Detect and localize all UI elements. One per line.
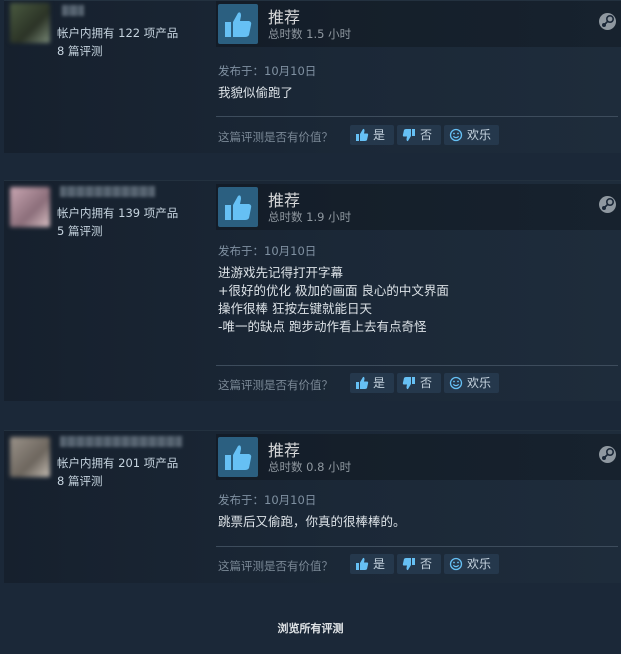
review-verdict: 推荐 <box>268 8 301 27</box>
owned-products: 帐户内拥有 139 项产品 <box>57 206 179 220</box>
smiley-icon <box>449 557 463 571</box>
thumbs-up-icon <box>356 376 369 389</box>
thumbs-up-icon <box>218 187 258 227</box>
review-author[interactable]: 帐户内拥有 122 项产品 8 篇评测 <box>4 1 209 71</box>
yes-label: 是 <box>373 557 386 571</box>
review-card: 帐户内拥有 139 项产品 5 篇评测 推荐 总时数 1.9 小时 发布于：10… <box>4 180 621 401</box>
playtime-hours: 总时数 1.5 小时 <box>268 27 352 41</box>
steam-logo-icon <box>599 196 616 213</box>
vote-yes-button[interactable]: 是 <box>350 373 394 393</box>
avatar[interactable] <box>10 437 50 477</box>
smiley-icon <box>449 128 463 142</box>
thumbs-up-icon <box>356 557 369 570</box>
playtime-hours: 总时数 1.9 小时 <box>268 210 352 224</box>
vote-funny-button[interactable]: 欢乐 <box>444 554 499 574</box>
helpful-question: 这篇评测是否有价值？ <box>218 130 333 144</box>
review-card: 帐户内拥有 122 项产品 8 篇评测 推荐 总时数 1.5 小时 发布于：10… <box>4 0 621 153</box>
author-name-blurred[interactable] <box>60 436 182 447</box>
review-text: 进游戏先记得打开字幕 +很好的优化 极加的画面 良心的中文界面 操作很棒 狂按左… <box>218 265 449 334</box>
thumbs-down-icon <box>402 558 415 571</box>
author-name-blurred[interactable] <box>60 186 155 197</box>
see-all-reviews-link[interactable]: 浏览所有评测 <box>0 620 621 636</box>
no-label: 否 <box>420 557 433 571</box>
divider <box>216 546 618 547</box>
review-count[interactable]: 5 篇评测 <box>57 223 102 239</box>
no-label: 否 <box>420 128 433 142</box>
steam-logo-icon <box>599 13 616 30</box>
owned-products: 帐户内拥有 201 项产品 <box>57 456 179 470</box>
thumbs-down-icon <box>402 129 415 142</box>
vote-no-button[interactable]: 否 <box>397 125 441 145</box>
divider <box>216 116 618 117</box>
thumbs-down-icon <box>402 377 415 390</box>
review-count[interactable]: 8 篇评测 <box>57 43 102 59</box>
vote-funny-button[interactable]: 欢乐 <box>444 125 499 145</box>
vote-yes-button[interactable]: 是 <box>350 554 394 574</box>
review-verdict: 推荐 <box>268 441 301 460</box>
smiley-icon <box>449 376 463 390</box>
review-text: 跳票后又偷跑，你真的很棒棒的。 <box>218 514 406 529</box>
review-card: 帐户内拥有 201 项产品 8 篇评测 推荐 总时数 0.8 小时 发布于：10… <box>4 430 621 583</box>
thumbs-up-icon <box>218 4 258 44</box>
owned-products: 帐户内拥有 122 项产品 <box>57 26 179 40</box>
vote-no-button[interactable]: 否 <box>397 373 441 393</box>
divider <box>216 365 618 366</box>
posted-date: 发布于：10月10日 <box>218 244 317 258</box>
avatar[interactable] <box>10 187 50 227</box>
funny-label: 欢乐 <box>467 557 492 571</box>
thumbs-up-icon <box>356 128 369 141</box>
funny-label: 欢乐 <box>467 128 492 142</box>
funny-label: 欢乐 <box>467 376 492 390</box>
steam-logo-icon <box>599 446 616 463</box>
vote-header[interactable]: 推荐 总时数 1.9 小时 <box>216 184 621 230</box>
vote-yes-button[interactable]: 是 <box>350 125 394 145</box>
yes-label: 是 <box>373 128 386 142</box>
helpful-question: 这篇评测是否有价值？ <box>218 378 333 392</box>
review-count[interactable]: 8 篇评测 <box>57 473 102 489</box>
vote-no-button[interactable]: 否 <box>397 554 441 574</box>
vote-header[interactable]: 推荐 总时数 0.8 小时 <box>216 434 621 480</box>
no-label: 否 <box>420 376 433 390</box>
review-text: 我貌似偷跑了 <box>218 85 294 100</box>
author-name-blurred[interactable] <box>62 5 84 16</box>
yes-label: 是 <box>373 376 386 390</box>
thumbs-up-icon <box>218 437 258 477</box>
review-verdict: 推荐 <box>268 191 301 210</box>
posted-date: 发布于：10月10日 <box>218 493 317 507</box>
review-author[interactable]: 帐户内拥有 201 项产品 8 篇评测 <box>4 431 209 501</box>
vote-header[interactable]: 推荐 总时数 1.5 小时 <box>216 1 621 47</box>
posted-date: 发布于：10月10日 <box>218 64 317 78</box>
playtime-hours: 总时数 0.8 小时 <box>268 460 352 474</box>
vote-funny-button[interactable]: 欢乐 <box>444 373 499 393</box>
review-author[interactable]: 帐户内拥有 139 项产品 5 篇评测 <box>4 181 209 251</box>
avatar[interactable] <box>10 3 50 43</box>
helpful-question: 这篇评测是否有价值？ <box>218 559 333 573</box>
